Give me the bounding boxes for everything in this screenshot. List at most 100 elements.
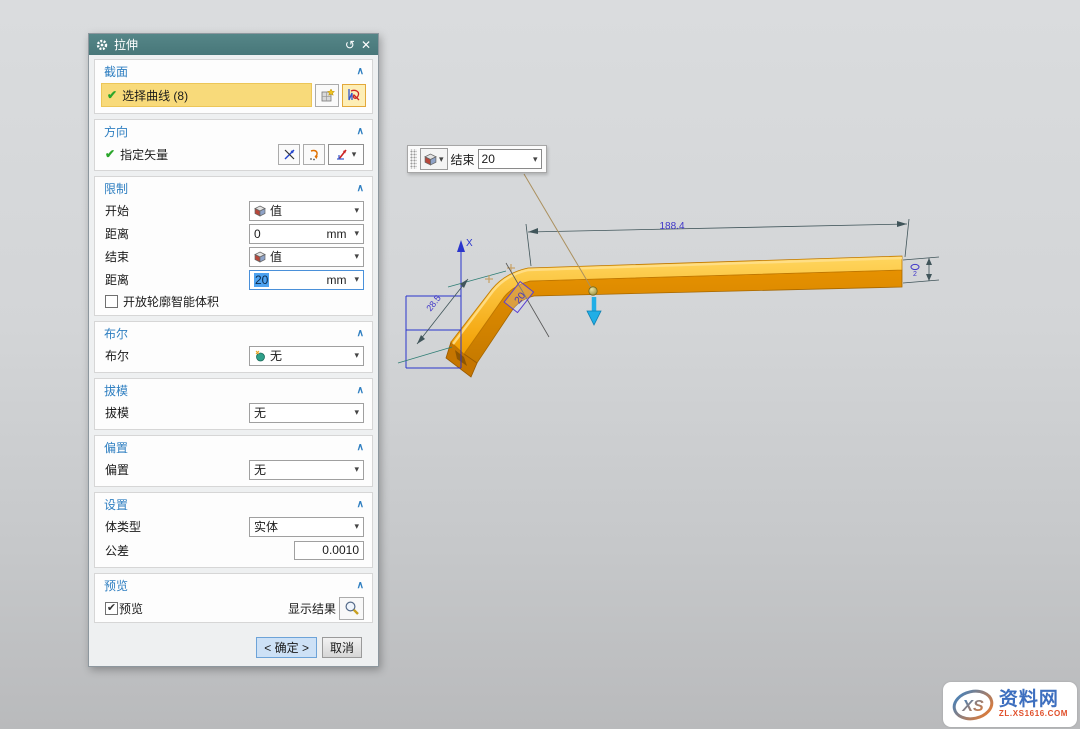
check-icon: ✔ (107, 88, 117, 102)
check-icon: ✔ (105, 147, 115, 161)
body-type-label: 体类型 (105, 518, 249, 535)
ok-button-label: < 确定 > (264, 639, 309, 656)
direction-group: 方向 ∧ ✔ 指定矢量 (94, 119, 373, 171)
collapse-caret-icon[interactable]: ∧ (357, 385, 364, 396)
sketch-section-button[interactable] (315, 84, 339, 107)
dropdown-caret-icon: ▾ (354, 522, 359, 531)
draft-label: 拔模 (105, 404, 249, 421)
settings-group: 设置 ∧ 体类型 实体 ▾ 公差 0.0010 (94, 492, 373, 568)
extruded-solid-model[interactable] (446, 256, 902, 377)
specify-vector-label: 指定矢量 (120, 146, 278, 163)
open-profile-label: 开放轮廓智能体积 (123, 293, 219, 310)
dim-height-text: 28.5 (424, 293, 443, 313)
end-distance-input[interactable]: 20 ▾ (478, 149, 542, 169)
draft-dropdown[interactable]: 无 ▾ (249, 403, 364, 423)
body-type-dropdown[interactable]: 实体 ▾ (249, 517, 364, 537)
collapse-caret-icon[interactable]: ∧ (357, 183, 364, 194)
limit-option-dropdown[interactable]: ▾ (420, 148, 448, 170)
x-axis-label: X (466, 238, 473, 249)
curve-select-button[interactable] (342, 84, 366, 107)
sketch-curves[interactable] (406, 247, 461, 368)
offset-dropdown[interactable]: 无 ▾ (249, 460, 364, 480)
boolean-label: 布尔 (105, 347, 249, 364)
preview-group-header: 预览 (104, 577, 357, 594)
boolean-group: 布尔 ∧ 布尔 无 ▾ (94, 321, 373, 373)
ok-button[interactable]: < 确定 > (256, 637, 317, 658)
select-curve-field[interactable]: ✔ 选择曲线 (8) (101, 83, 312, 107)
preview-group: 预览 ∧ ✔ 预览 显示结果 (94, 573, 373, 623)
boolean-value: 无 (270, 347, 350, 364)
start-distance-value: 0 (254, 227, 322, 241)
select-curve-label: 选择曲线 (8) (122, 87, 188, 104)
end-distance-value: 20 (482, 152, 533, 166)
cancel-button-label: 取消 (330, 639, 354, 656)
offset-group: 偏置 ∧ 偏置 无 ▾ (94, 435, 373, 487)
collapse-caret-icon[interactable]: ∧ (357, 66, 364, 77)
dimension-thickness[interactable]: 2 (903, 257, 939, 283)
settings-group-header: 设置 (104, 496, 357, 513)
limits-group: 限制 ∧ 开始 值 ▾ 距离 0 mm (94, 176, 373, 316)
offset-label: 偏置 (105, 461, 249, 478)
reverse-direction-button[interactable] (303, 144, 325, 165)
dropdown-caret-icon: ▾ (354, 229, 359, 238)
boolean-group-header: 布尔 (104, 325, 357, 342)
collapse-caret-icon[interactable]: ∧ (357, 126, 364, 137)
cube-icon (254, 251, 266, 263)
vector-dialog-button[interactable]: ▾ (328, 144, 364, 165)
preview-checkbox[interactable]: ✔ (105, 602, 118, 615)
watermark-name: 资料网 (999, 690, 1068, 710)
watermark: XS 资料网 ZL.XS1616.COM (943, 682, 1077, 727)
boolean-none-icon (254, 350, 266, 362)
direction-group-header: 方向 (104, 123, 357, 140)
collapse-caret-icon[interactable]: ∧ (357, 499, 364, 510)
model-top-face (451, 256, 902, 354)
close-icon[interactable]: ✕ (361, 39, 371, 51)
start-distance-unit: mm (326, 227, 346, 241)
end-label: 结束 (105, 248, 249, 265)
end-distance-field[interactable]: 20 mm ▾ (249, 270, 364, 290)
dimension-28-5[interactable]: 28.5 (398, 271, 506, 363)
dropdown-caret-icon: ▾ (533, 155, 538, 164)
collapse-caret-icon[interactable]: ∧ (357, 580, 364, 591)
toolbar-drag-grip[interactable] (410, 149, 417, 169)
collapse-caret-icon[interactable]: ∧ (357, 442, 364, 453)
boolean-dropdown[interactable]: 无 ▾ (249, 346, 364, 366)
cancel-button[interactable]: 取消 (322, 637, 362, 658)
model-end-cap (446, 342, 477, 377)
offset-value: 无 (254, 461, 350, 478)
end-distance-unit: mm (326, 273, 346, 287)
dialog-title: 拉伸 (114, 36, 339, 53)
start-distance-input[interactable]: 0 mm ▾ (249, 224, 364, 244)
end-distance-label: 距离 (105, 271, 249, 288)
collapse-caret-icon[interactable]: ∧ (357, 328, 364, 339)
on-screen-input-toolbar[interactable]: ▾ 结束 20 ▾ (407, 145, 547, 173)
sketch-section-icon (320, 88, 335, 103)
toolbar-leader-line (524, 174, 592, 289)
dimension-188-4[interactable]: 188.4 (526, 219, 909, 266)
checkbox-check-icon: ✔ (107, 603, 116, 614)
reset-icon[interactable]: ↺ (345, 39, 355, 51)
watermark-site: ZL.XS1616.COM (999, 710, 1068, 718)
draft-value: 无 (254, 404, 350, 421)
show-result-button[interactable] (339, 597, 364, 620)
snap-plus-markers (485, 264, 515, 283)
dim-length-text: 188.4 (659, 221, 684, 232)
start-mode-dropdown[interactable]: 值 ▾ (249, 201, 364, 221)
dropdown-caret-icon: ▾ (352, 150, 357, 159)
vector-axis-icon (336, 147, 350, 161)
dropdown-caret-icon: ▾ (354, 275, 359, 284)
end-mode-dropdown[interactable]: 值 ▾ (249, 247, 364, 267)
dialog-titlebar[interactable]: 拉伸 ↺ ✕ (89, 34, 378, 55)
end-distance-value-selected: 20 (254, 273, 269, 287)
extrude-drag-handle[interactable] (587, 287, 601, 325)
extrude-distance-annotation[interactable]: 20 (504, 263, 549, 337)
open-profile-checkbox[interactable] (105, 295, 118, 308)
inferred-vector-button[interactable] (278, 144, 300, 165)
draft-group: 拔模 ∧ 拔模 无 ▾ (94, 378, 373, 430)
tolerance-value: 0.0010 (322, 543, 359, 557)
dim-extrude-text: 20 (513, 290, 529, 306)
dropdown-caret-icon: ▾ (354, 408, 359, 417)
tolerance-input[interactable]: 0.0010 (294, 541, 364, 560)
gear-icon (96, 39, 108, 51)
watermark-logo-text: XS (961, 698, 984, 715)
